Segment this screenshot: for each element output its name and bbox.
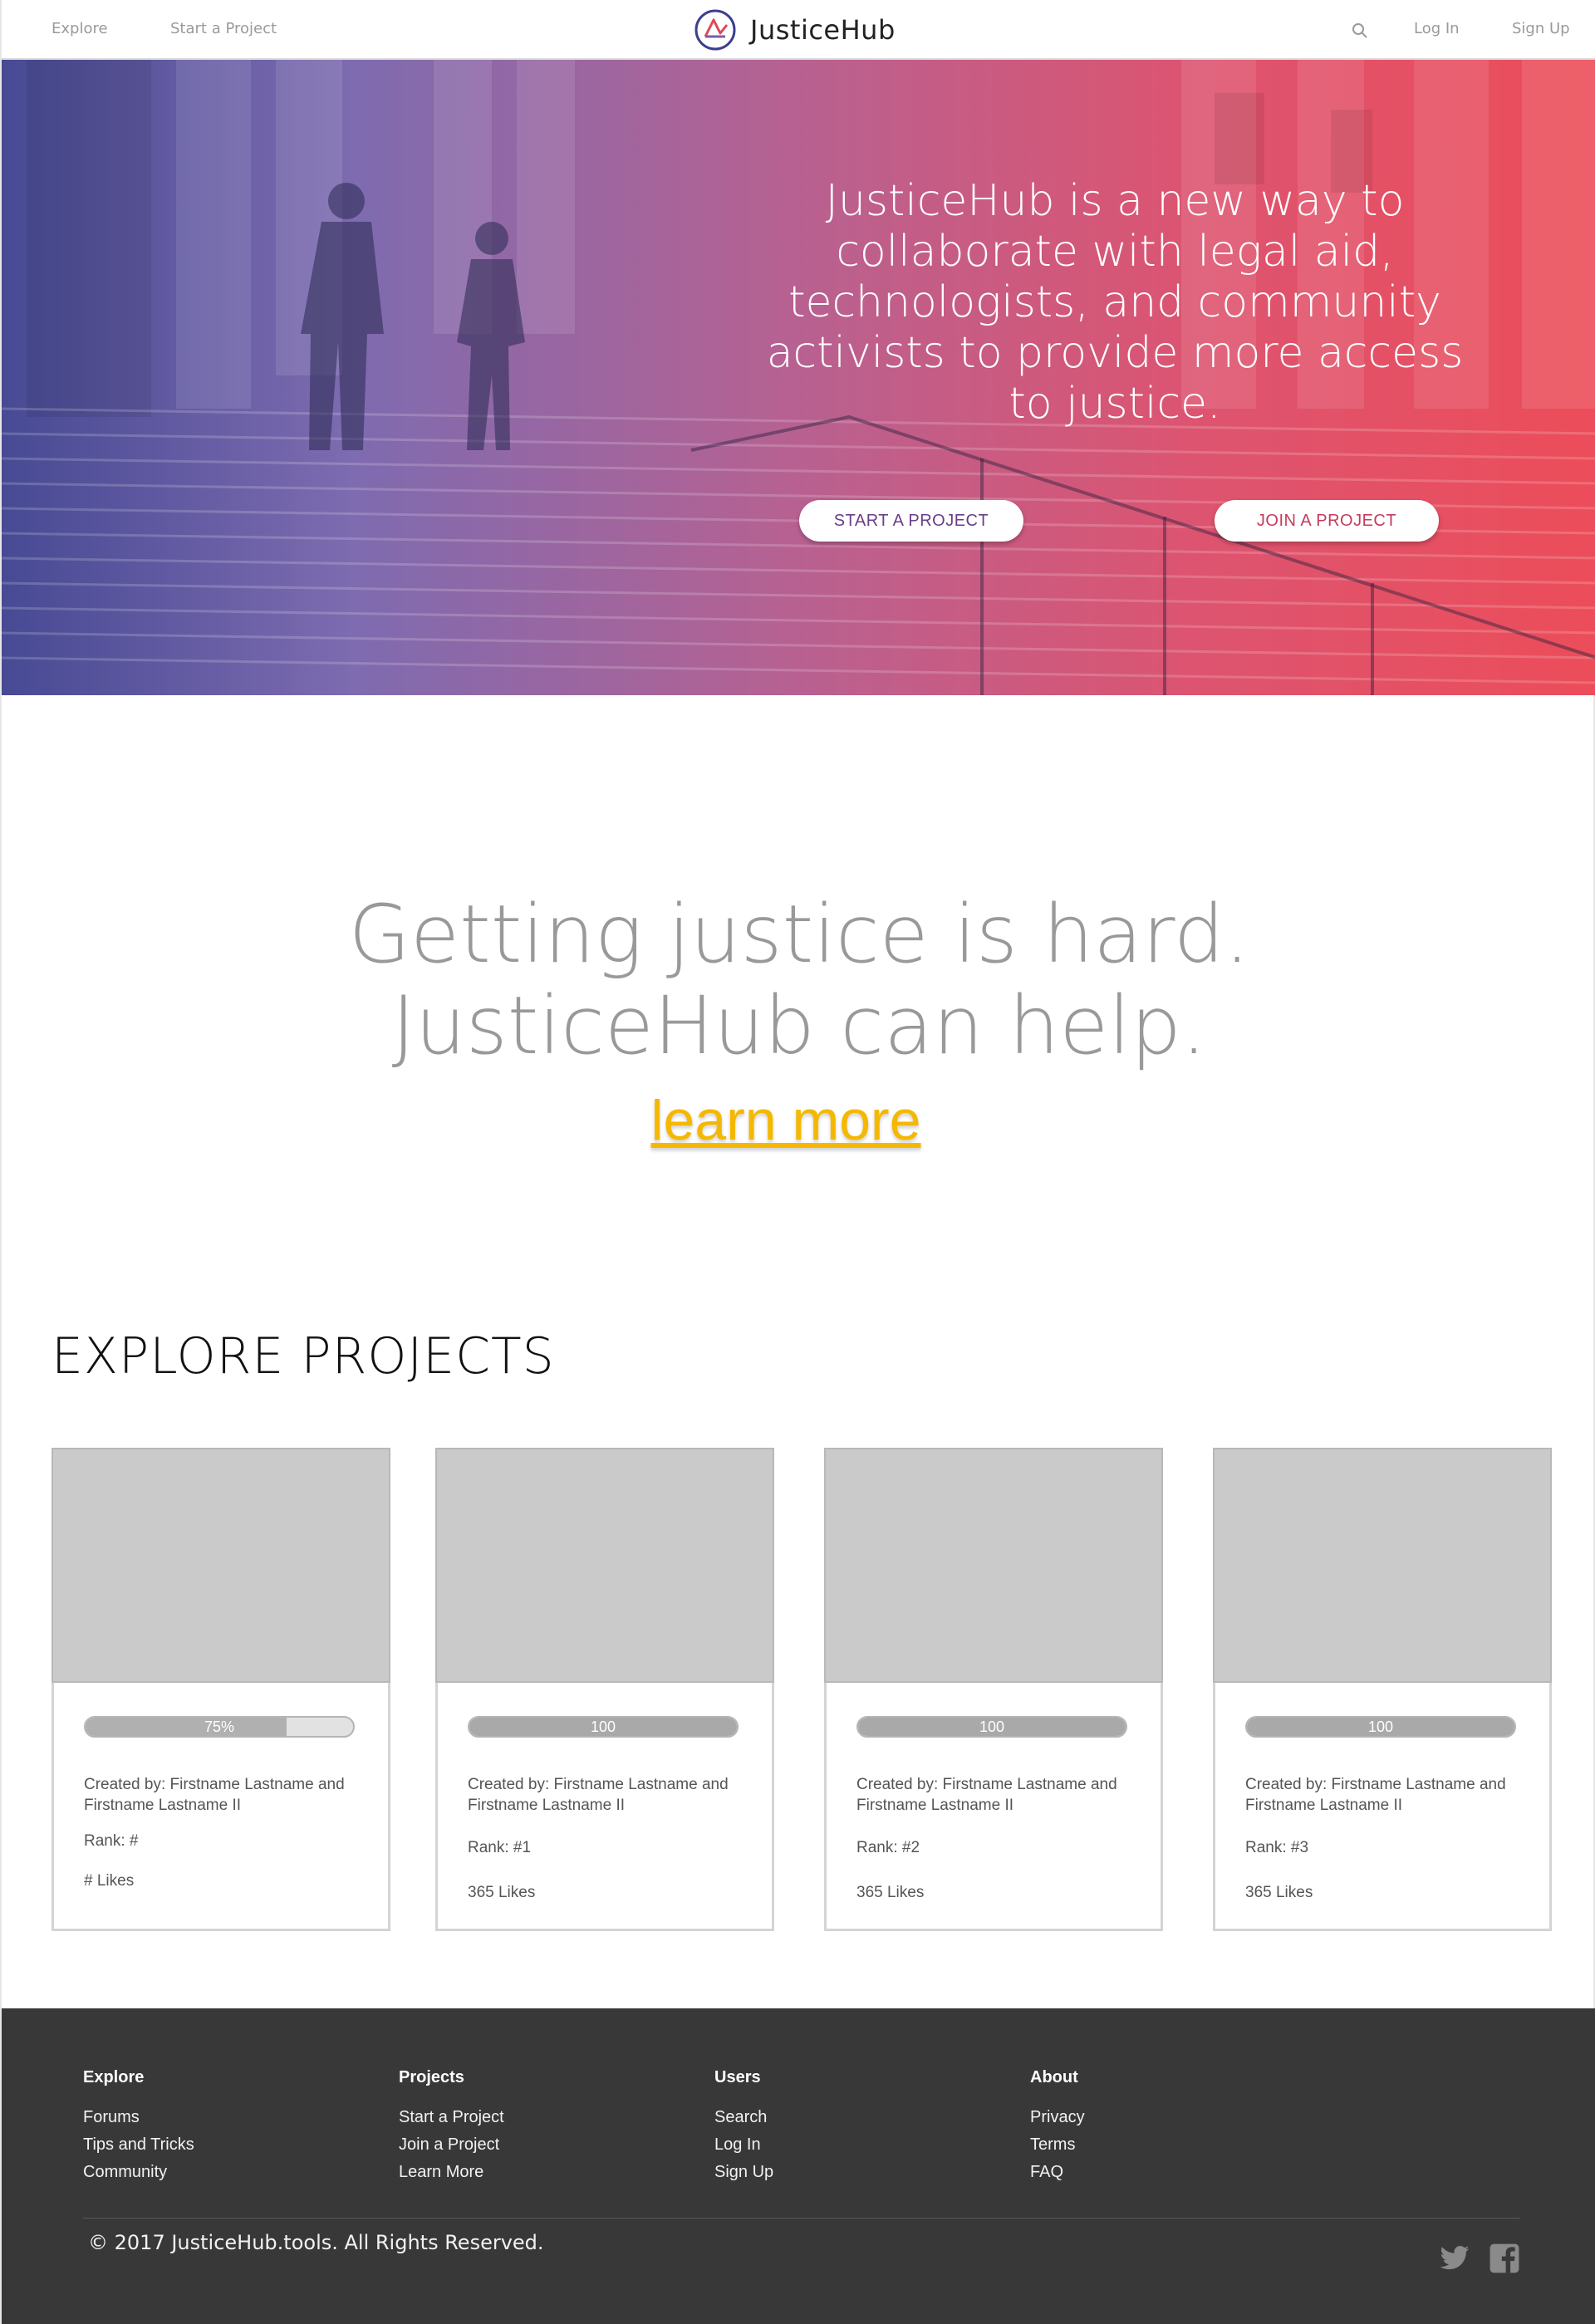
project-thumbnail	[435, 1448, 774, 1683]
footer-link-tips[interactable]: Tips and Tricks	[83, 2131, 194, 2159]
project-likes: # Likes	[84, 1872, 135, 1890]
project-thumbnail	[52, 1448, 390, 1683]
project-rank: Rank: #3	[1245, 1839, 1309, 1856]
site-footer: Explore Forums Tips and Tricks Community…	[2, 2008, 1595, 2324]
progress-label: 100	[590, 1718, 616, 1735]
footer-column-projects: Projects Start a Project Join a Project …	[399, 2068, 504, 2186]
footer-heading: Projects	[399, 2068, 464, 2086]
project-card[interactable]: 75% Created by: Firstname Lastname and F…	[52, 1448, 390, 1931]
project-thumbnail	[1213, 1448, 1552, 1683]
footer-link-join-project[interactable]: Join a Project	[399, 2131, 504, 2159]
tagline-line-2: JusticeHub can help.	[391, 979, 1207, 1072]
project-likes: 365 Likes	[468, 1884, 536, 1901]
footer-link-login[interactable]: Log In	[714, 2131, 773, 2159]
project-creator: Created by: Firstname Lastname and First…	[84, 1776, 345, 1814]
footer-heading: Users	[714, 2068, 761, 2086]
explore-projects-title: EXPLORE PROJECTS	[52, 1327, 555, 1385]
footer-column-explore: Explore Forums Tips and Tricks Community	[83, 2068, 194, 2186]
footer-link-community[interactable]: Community	[83, 2159, 194, 2186]
justicehub-logo-icon	[694, 9, 736, 51]
project-card[interactable]: 100 Created by: Firstname Lastname and F…	[435, 1448, 774, 1931]
brand-name: JusticeHub	[750, 14, 896, 46]
tagline: Getting justice is hard. JusticeHub can …	[2, 889, 1595, 1071]
footer-link-search[interactable]: Search	[714, 2104, 773, 2131]
brand-logo[interactable]: JusticeHub	[694, 8, 896, 51]
project-progress-bar: 100	[856, 1716, 1127, 1738]
footer-divider	[83, 2218, 1520, 2219]
footer-link-signup[interactable]: Sign Up	[714, 2159, 773, 2186]
footer-link-start-project[interactable]: Start a Project	[399, 2104, 504, 2131]
nav-signup-link[interactable]: Sign Up	[1512, 20, 1570, 37]
learn-more-link[interactable]: learn more	[2, 1088, 1570, 1153]
progress-label: 100	[979, 1718, 1005, 1735]
footer-link-terms[interactable]: Terms	[1030, 2131, 1085, 2159]
project-card[interactable]: 100 Created by: Firstname Lastname and F…	[1213, 1448, 1552, 1931]
footer-link-faq[interactable]: FAQ	[1030, 2159, 1085, 2186]
footer-link-learn-more[interactable]: Learn More	[399, 2159, 504, 2186]
project-progress-bar: 100	[468, 1716, 739, 1738]
tagline-line-1: Getting justice is hard.	[348, 888, 1250, 981]
join-project-button[interactable]: JOIN A PROJECT	[1215, 500, 1439, 542]
footer-heading: Explore	[83, 2068, 145, 2086]
project-rank: Rank: #2	[856, 1839, 920, 1856]
footer-link-forums[interactable]: Forums	[83, 2104, 194, 2131]
nav-login-link[interactable]: Log In	[1414, 20, 1460, 37]
footer-heading: About	[1030, 2068, 1078, 2086]
project-progress-bar: 75%	[84, 1716, 355, 1738]
footer-link-privacy[interactable]: Privacy	[1030, 2104, 1085, 2131]
project-likes: 365 Likes	[856, 1884, 925, 1901]
search-icon[interactable]	[1351, 22, 1369, 40]
footer-column-about: About Privacy Terms FAQ	[1030, 2068, 1085, 2186]
project-progress-bar: 100	[1245, 1716, 1516, 1738]
top-navigation: Explore Start a Project JusticeHub Log I…	[2, 0, 1595, 60]
project-creator: Created by: Firstname Lastname and First…	[1245, 1776, 1506, 1814]
footer-copyright: © 2017 JusticeHub.tools. All Rights Rese…	[88, 2231, 544, 2254]
hero-headline: JusticeHub is a new way to collaborate w…	[766, 176, 1464, 429]
project-thumbnail	[824, 1448, 1163, 1683]
nav-explore-link[interactable]: Explore	[52, 20, 108, 37]
project-card[interactable]: 100 Created by: Firstname Lastname and F…	[824, 1448, 1163, 1931]
facebook-icon[interactable]	[1489, 2243, 1520, 2274]
project-likes: 365 Likes	[1245, 1884, 1313, 1901]
project-rank: Rank: #1	[468, 1839, 532, 1856]
start-project-button[interactable]: START A PROJECT	[799, 500, 1023, 542]
progress-label: 75%	[204, 1718, 235, 1735]
nav-start-project-link[interactable]: Start a Project	[170, 20, 277, 37]
progress-label: 100	[1367, 1718, 1394, 1735]
twitter-icon[interactable]	[1439, 2243, 1470, 2274]
hero-banner: JusticeHub is a new way to collaborate w…	[2, 60, 1595, 695]
footer-column-users: Users Search Log In Sign Up	[714, 2068, 773, 2186]
project-creator: Created by: Firstname Lastname and First…	[468, 1776, 729, 1814]
project-creator: Created by: Firstname Lastname and First…	[856, 1776, 1117, 1814]
project-rank: Rank: #	[84, 1832, 139, 1850]
